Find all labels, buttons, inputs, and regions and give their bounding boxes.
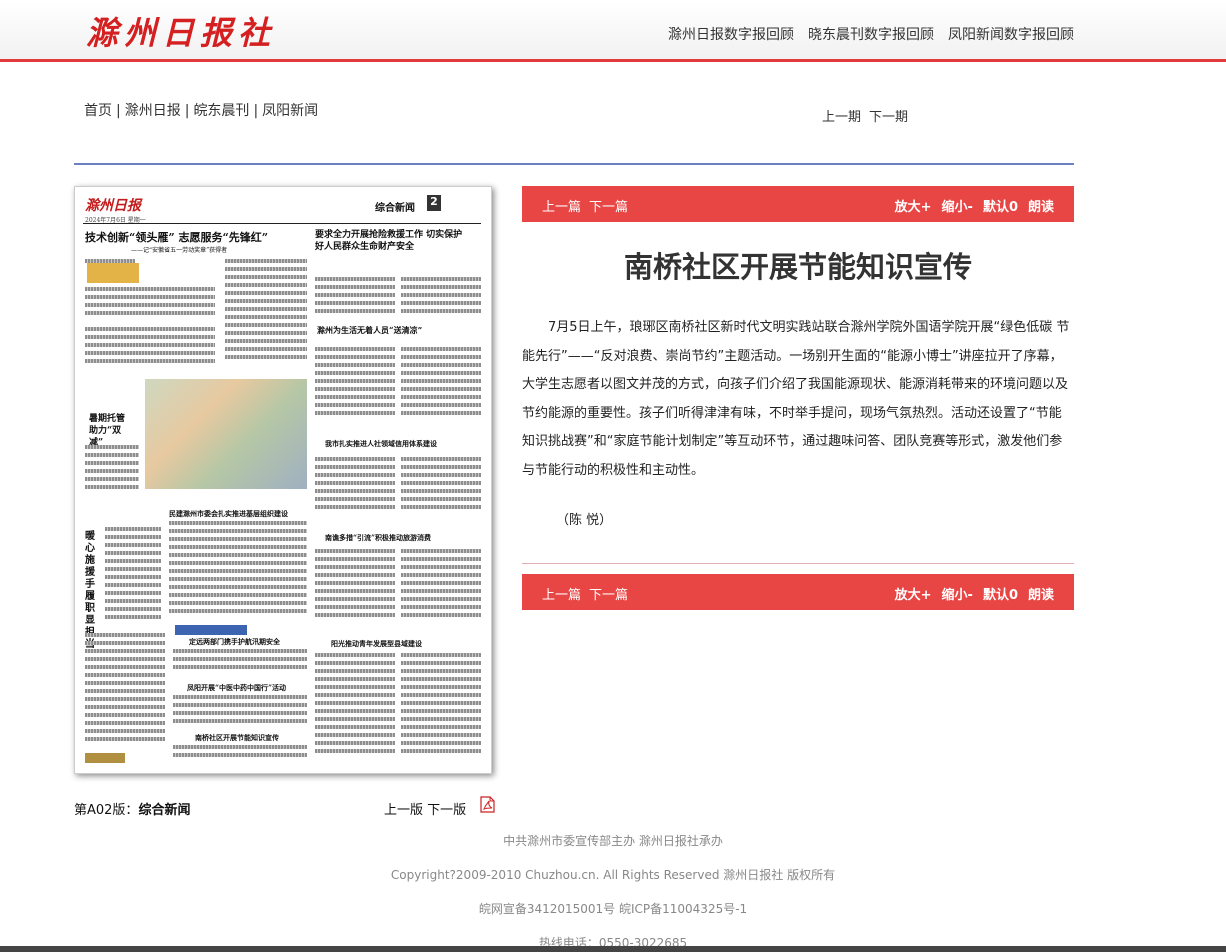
issue-navigation: 上一期 下一期 [822, 106, 908, 125]
np-headline-7[interactable]: 定远两部门携手护航汛期安全 [189, 637, 280, 647]
newspaper-section-name: 综合新闻 [375, 203, 415, 214]
breadcrumb-nav: 首页 | 滁州日报 | 皖东晨刊 | 凤阳新闻 [84, 100, 318, 120]
prev-issue-link[interactable]: 上一期 [822, 106, 861, 125]
np-side-headline-1[interactable]: 暑期托管助力“双减” [89, 413, 129, 449]
site-header: 滁州日报社 滁州日报数字报回顾 晓东晨刊数字报回顾 凤阳新闻数字报回顾 [0, 0, 1226, 60]
read-aloud-button[interactable]: 朗读 [1028, 584, 1054, 603]
nav-separator: | [253, 103, 259, 119]
nav-separator: | [184, 103, 190, 119]
link-fengyang-news-archive[interactable]: 凤阳新闻数字报回顾 [948, 24, 1074, 44]
page-navigation: 上一版 下一版 [384, 799, 466, 818]
footer-copyright: Copyright?2009-2010 Chuzhou.cn. All Righ… [390, 868, 836, 882]
bottom-scroll-strip [0, 946, 1226, 952]
header-red-divider [0, 59, 1226, 62]
np-headline-9[interactable]: 南桥社区开展节能知识宣传 [195, 733, 279, 743]
newspaper-rule [83, 223, 481, 224]
font-controls: 放大+ 缩小- 默认0 朗读 [895, 196, 1054, 215]
nav-home[interactable]: 首页 [84, 103, 112, 119]
next-page-link[interactable]: 下一版 [427, 803, 466, 818]
zoom-out-button[interactable]: 缩小- [942, 196, 973, 215]
article-author: （陈 悦） [556, 513, 613, 528]
pdf-icon[interactable] [480, 796, 495, 813]
np-headline-6[interactable]: 民建滁州市委会扎实推进基层组织建设 [169, 509, 288, 519]
np-headline-10[interactable]: 阳光推动青年发展型县域建设 [331, 639, 422, 649]
zoom-in-button[interactable]: 放大+ [895, 584, 932, 603]
article-toolbar-bottom: 上一篇 下一篇 放大+ 缩小- 默认0 朗读 [522, 574, 1074, 610]
newspaper-page-thumbnail[interactable]: 滁州日报 2024年7月6日 星期一 综合新闻 2 技术创新“领头雁” 志愿服务… [74, 186, 492, 774]
article-body: 7月5日上午，琅琊区南桥社区新时代文明实践站联合滁州学院外国语学院开展“绿色低碳… [522, 320, 1070, 478]
np-headline-5[interactable]: 南谯多措“引流”积极推动旅游消费 [325, 533, 431, 543]
nav-fengyang-news[interactable]: 凤阳新闻 [262, 103, 318, 119]
np-photo [145, 379, 307, 489]
default-size-button[interactable]: 默认0 [983, 196, 1018, 215]
nav-chuzhou-daily[interactable]: 滁州日报 [125, 103, 181, 119]
footer-sponsor: 中共滁州市委宣传部主办 滁州日报社承办 [503, 834, 723, 848]
footer-icp: 皖网宣备3412015001号 皖ICP备11004325号-1 [478, 902, 748, 916]
page-label-prefix: 第A02版： [74, 803, 139, 818]
nav-divider [74, 163, 1074, 165]
default-size-button[interactable]: 默认0 [983, 584, 1018, 603]
newspaper-page-number: 2 [427, 195, 441, 211]
next-article-link[interactable]: 下一篇 [589, 584, 628, 603]
link-chuzhou-daily-archive[interactable]: 滁州日报数字报回顾 [668, 24, 794, 44]
newspaper-masthead: 滁州日报 [85, 198, 141, 214]
article-divider [522, 563, 1074, 564]
page-label-name: 综合新闻 [138, 803, 191, 818]
article-nav: 上一篇 下一篇 [542, 584, 628, 603]
nav-wandong-morning[interactable]: 皖东晨刊 [193, 103, 249, 119]
page-label: 第A02版：综合新闻 [74, 799, 190, 818]
np-headline-3[interactable]: 滁州为生活无着人员“送清凉” [317, 325, 422, 336]
prev-page-link[interactable]: 上一版 [384, 803, 423, 818]
article-nav: 上一篇 下一篇 [542, 196, 628, 215]
prev-article-link[interactable]: 上一篇 [542, 196, 581, 215]
np-headline-4[interactable]: 我市扎实推进人社领域信用体系建设 [325, 439, 437, 449]
zoom-out-button[interactable]: 缩小- [942, 584, 973, 603]
np-headline-1-sub: ——记“安徽省五一劳动奖章”获得者 [131, 247, 228, 254]
header-links: 滁州日报数字报回顾 晓东晨刊数字报回顾 凤阳新闻数字报回顾 [668, 24, 1074, 44]
prev-article-link[interactable]: 上一篇 [542, 584, 581, 603]
read-aloud-button[interactable]: 朗读 [1028, 196, 1054, 215]
site-logo[interactable]: 滁州日报社 [86, 8, 276, 54]
next-article-link[interactable]: 下一篇 [589, 196, 628, 215]
zoom-in-button[interactable]: 放大+ [895, 196, 932, 215]
nav-separator: | [116, 103, 121, 119]
np-headline-2[interactable]: 要求全力开展抢险救援工作 切实保护好人民群众生命财产安全 [315, 229, 465, 253]
article-title: 南桥社区开展节能知识宣传 [623, 250, 972, 284]
np-headline-1[interactable]: 技术创新“领头雁” 志愿服务“先锋红” [85, 229, 268, 245]
np-footer-tag [85, 753, 125, 763]
article-toolbar-top: 上一篇 下一篇 放大+ 缩小- 默认0 朗读 [522, 186, 1074, 222]
np-headline-8[interactable]: 凤阳开展“中医中药中国行”活动 [187, 683, 286, 693]
next-issue-link[interactable]: 下一期 [869, 106, 908, 125]
font-controls: 放大+ 缩小- 默认0 朗读 [895, 584, 1054, 603]
np-banner-image [87, 263, 139, 283]
np-blue-band [175, 625, 247, 635]
link-wandong-morning-archive[interactable]: 晓东晨刊数字报回顾 [808, 24, 934, 44]
